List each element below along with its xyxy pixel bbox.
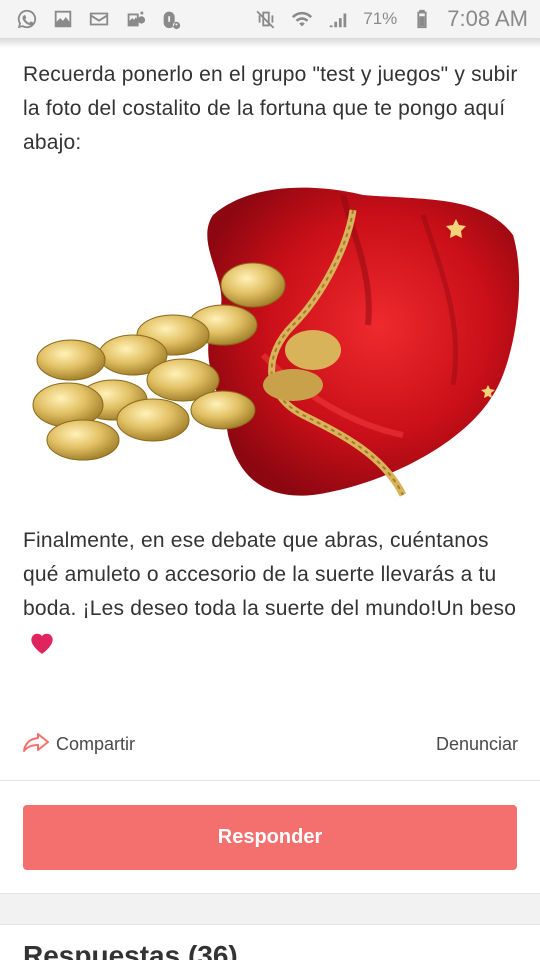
- post-paragraph-1: Recuerda ponerlo en el grupo "test y jue…: [23, 63, 518, 154]
- report-link[interactable]: Denunciar: [436, 734, 518, 755]
- reply-button[interactable]: Responder: [23, 805, 517, 870]
- vibrate-mute-icon: [255, 8, 277, 30]
- wifi-icon: [291, 8, 313, 30]
- heart-icon: [27, 629, 57, 655]
- status-left-icons: [16, 8, 182, 30]
- whatsapp-icon: [16, 8, 38, 30]
- share-button[interactable]: Compartir: [22, 732, 135, 757]
- battery-percent: 71%: [363, 9, 398, 28]
- status-bar: 71% 7:08 AM: [0, 0, 540, 38]
- gallery-icon: [52, 8, 74, 30]
- fortune-sack-image[interactable]: [23, 155, 520, 500]
- bug-icon: [160, 8, 182, 30]
- status-time: 7:08 AM: [447, 6, 528, 31]
- signal-icon: [327, 8, 349, 30]
- battery-icon: [411, 8, 433, 30]
- post-actions: Compartir Denunciar: [22, 728, 518, 760]
- fortune-sack-illustration: [32, 187, 520, 497]
- share-arrow-icon: [22, 732, 50, 757]
- section-separator: [0, 893, 540, 925]
- status-right-icons: 71% 7:08 AM: [255, 6, 528, 32]
- post-paragraph-2-text: Finalmente, en ese debate que abras, cué…: [23, 529, 517, 620]
- replies-heading: Respuestas (36): [23, 940, 238, 960]
- header-divider: [0, 38, 540, 48]
- divider: [0, 780, 540, 781]
- share-label: Compartir: [56, 733, 136, 754]
- photo-bag-icon: [124, 8, 146, 30]
- email-icon: [88, 8, 110, 30]
- post-paragraph-2: Finalmente, en ese debate que abras, cué…: [23, 524, 523, 660]
